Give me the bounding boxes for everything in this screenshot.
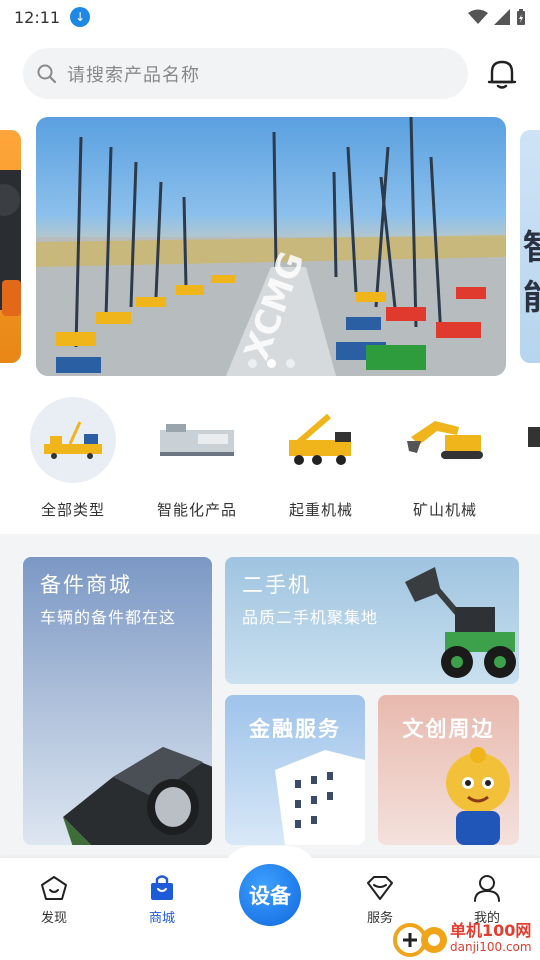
category-mining-machinery[interactable]: 矿山机械 [390,397,500,520]
watermark: 单机100网 danji100.com [392,916,540,960]
parts-mall-subtitle: 车辆的备件都在这 [40,608,177,627]
carousel-dots [36,359,506,368]
banner-image[interactable]: XCMG [36,117,506,376]
watermark-url: danji100.com [450,940,532,954]
category-smart-products[interactable]: 智能化产品 [142,397,252,520]
crane-truck-icon [289,413,351,465]
finance-service-tile[interactable]: 金融服务 [225,695,365,845]
used-machines-title: 二手机 [242,573,311,597]
category-row: 全部类型 智能化产品 起重机械 矿山机械 [0,397,540,525]
parts-mall-title: 备件商城 [40,573,132,597]
banner-next-peek[interactable]: 智 能 [520,130,540,363]
smart-machine-icon [160,424,234,456]
category-more-peek[interactable] [514,397,540,487]
machinery-group-icon [44,421,102,459]
parts-mall-tile[interactable]: 备件商城 车辆的备件都在这 [23,557,212,845]
crane-yard-illustration: XCMG [36,117,506,376]
wheel-loader-image [405,567,516,678]
feature-tiles: 备件商城 车辆的备件都在这 二手机 品质二手机聚集地 金融服务 文创周边 [0,545,540,850]
watermark-title: 单机100网 [450,921,532,940]
wifi-icon [468,9,488,24]
watermark-logo-icon [393,923,447,957]
banner-next-char: 能 [523,270,540,319]
banner-prev-peek[interactable] [0,130,21,363]
search-bar[interactable]: 请搜索产品名称 [23,48,468,99]
banner-carousel[interactable]: XCMG 智 能 [0,117,540,377]
status-time: 12:11 [14,7,61,27]
carousel-dot[interactable] [247,359,257,368]
cultural-merch-tile[interactable]: 文创周边 [378,695,519,845]
download-icon: ↓ [70,7,91,27]
category-thumb [30,397,116,483]
category-label: 全部类型 [40,501,105,519]
tab-label: 发现 [40,911,67,926]
category-thumb [278,397,364,483]
used-machines-subtitle: 品质二手机聚集地 [242,608,379,627]
category-lifting-machinery[interactable]: 起重机械 [266,397,376,520]
category-label: 起重机械 [288,501,353,519]
used-machines-tile[interactable]: 二手机 品质二手机聚集地 [225,557,519,684]
tab-discover[interactable]: 发现 [14,873,94,926]
user-icon [474,875,500,902]
carousel-dot-active[interactable] [266,359,276,368]
category-label: 矿山机械 [412,501,477,519]
bell-icon[interactable] [486,58,518,90]
category-thumb [402,397,488,483]
category-label: 智能化产品 [156,501,237,519]
battery-icon [517,8,525,25]
mascot-image [446,747,510,845]
service-icon [367,876,393,900]
finance-service-title: 金融服务 [249,717,341,741]
worker-figure-icon [0,170,21,316]
cultural-merch-title: 文创周边 [402,717,495,741]
status-bar: 12:11 ↓ [0,0,540,34]
search-icon [37,64,57,83]
center-button-label: 设备 [249,884,291,908]
carousel-dot[interactable] [285,359,295,368]
status-icons [468,8,526,26]
search-placeholder: 请搜索产品名称 [67,64,200,86]
equipment-center-button[interactable]: 设备 [239,864,301,926]
category-all-types[interactable]: 全部类型 [18,397,128,520]
building-image [275,750,365,845]
tab-mall[interactable]: 商城 [122,873,202,926]
machine-part-image [63,747,212,845]
excavator-icon [407,421,483,459]
tab-label: 商城 [148,911,175,926]
signal-icon [494,9,510,25]
discover-icon [41,876,67,900]
shopping-bag-icon [151,875,173,900]
category-thumb [154,397,240,483]
banner-next-char: 智 [523,220,540,269]
machine-peek-icon [528,427,540,447]
